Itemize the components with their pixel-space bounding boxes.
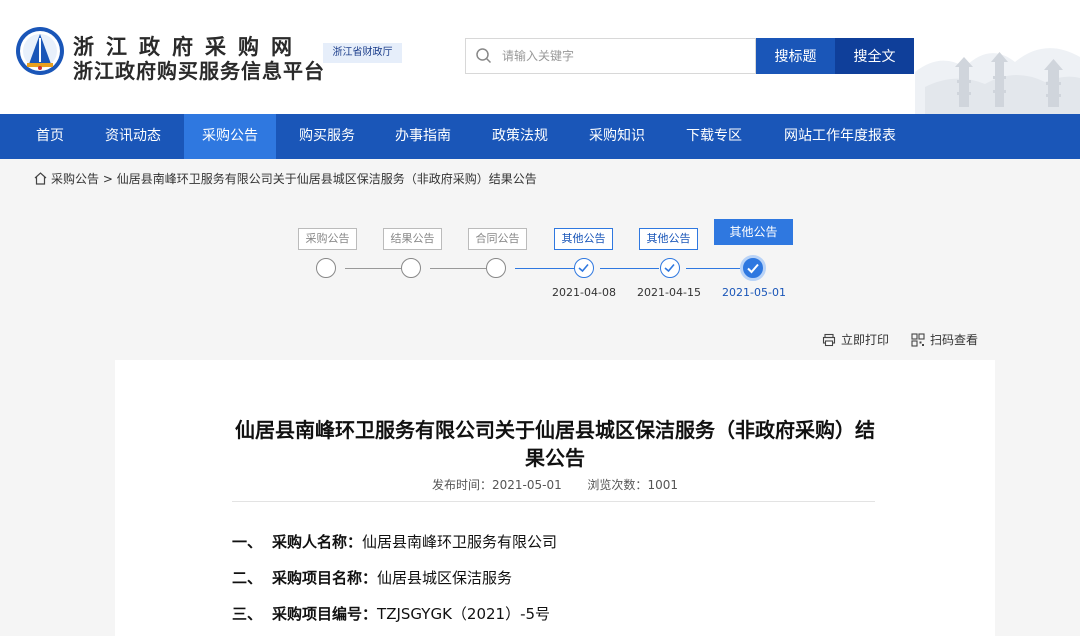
timeline-node-done — [574, 258, 594, 278]
nav-item-annual-report[interactable]: 网站工作年度报表 — [765, 114, 915, 159]
article-item-project-number: 三、 采购项目编号：TZJSGYGK（2021）-5号 — [232, 603, 550, 624]
item-number: 二、 — [232, 569, 263, 587]
zhejiang-procurement-emblem-icon[interactable] — [15, 26, 65, 76]
item-value: TZJSGYGK（2021）-5号 — [377, 605, 551, 623]
qrcode-icon — [911, 332, 925, 347]
item-value: 仙居县城区保洁服务 — [377, 569, 513, 587]
publish-date: 2021-05-01 — [492, 478, 562, 492]
timeline-date: 2021-04-15 — [637, 286, 701, 299]
timeline-step-label[interactable]: 合同公告 — [468, 228, 527, 250]
nav-item-policy[interactable]: 政策法规 — [474, 114, 566, 159]
main-navigation: 首页 资讯动态 采购公告 购买服务 办事指南 政策法规 采购知识 下载专区 网站… — [0, 114, 1080, 159]
timeline-connector — [515, 268, 574, 269]
article-panel — [115, 360, 995, 636]
timeline-node — [486, 258, 506, 278]
nav-item-home[interactable]: 首页 — [19, 114, 81, 159]
nav-item-news[interactable]: 资讯动态 — [87, 114, 179, 159]
print-label: 立即打印 — [841, 333, 890, 347]
nav-item-guide[interactable]: 办事指南 — [377, 114, 469, 159]
timeline-node — [401, 258, 421, 278]
timeline-connector — [345, 268, 401, 269]
views-count: 1001 — [647, 478, 678, 492]
site-title-secondary[interactable]: 浙江政府购买服务信息平台 — [73, 55, 325, 84]
pagoda-landscape-decoration-icon — [915, 48, 1080, 114]
search-fulltext-button[interactable]: 搜全文 — [835, 38, 914, 74]
printer-icon — [822, 333, 836, 346]
breadcrumb: 采购公告 > 仙居县南峰环卫服务有限公司关于仙居县城区保洁服务（非政府采购）结果… — [33, 170, 537, 187]
breadcrumb-current: 仙居县南峰环卫服务有限公司关于仙居县城区保洁服务（非政府采购）结果公告 — [116, 172, 537, 186]
timeline-step-label[interactable]: 采购公告 — [298, 228, 357, 250]
check-icon — [578, 263, 589, 273]
nav-item-downloads[interactable]: 下载专区 — [668, 114, 760, 159]
item-value: 仙居县南峰环卫服务有限公司 — [362, 533, 558, 551]
article-divider — [232, 501, 875, 502]
views-label: 浏览次数： — [587, 478, 648, 492]
search-icon — [466, 39, 502, 73]
timeline-node-done — [660, 258, 680, 278]
timeline-connector — [430, 268, 486, 269]
timeline-node — [316, 258, 336, 278]
article-title: 仙居县南峰环卫服务有限公司关于仙居县城区保洁服务（非政府采购）结果公告 — [235, 418, 875, 470]
nav-item-procurement-notices[interactable]: 采购公告 — [184, 114, 276, 159]
search-input[interactable] — [502, 41, 742, 71]
search-title-button[interactable]: 搜标题 — [756, 38, 835, 74]
item-key: 采购人名称： — [272, 533, 363, 551]
check-icon — [747, 263, 759, 274]
timeline-date-current: 2021-05-01 — [722, 286, 786, 299]
qrcode-label: 扫码查看 — [930, 333, 979, 347]
item-number: 一、 — [232, 533, 263, 551]
item-key: 采购项目编号： — [272, 605, 378, 623]
article-item-project-name: 二、 采购项目名称：仙居县城区保洁服务 — [232, 567, 512, 588]
check-icon — [664, 263, 675, 273]
timeline-date: 2021-04-08 — [552, 286, 616, 299]
article-item-buyer: 一、 采购人名称：仙居县南峰环卫服务有限公司 — [232, 531, 557, 552]
breadcrumb-separator: > — [99, 171, 117, 186]
timeline-step-label[interactable]: 其他公告 — [639, 228, 698, 250]
timeline-step-label[interactable]: 其他公告 — [554, 228, 613, 250]
qrcode-button[interactable]: 扫码查看 — [911, 331, 978, 348]
timeline-step-label-current[interactable]: 其他公告 — [714, 219, 793, 245]
nav-item-purchase-services[interactable]: 购买服务 — [281, 114, 373, 159]
item-number: 三、 — [232, 605, 263, 623]
print-button[interactable]: 立即打印 — [822, 331, 889, 348]
item-key: 采购项目名称： — [272, 569, 378, 587]
publish-label: 发布时间： — [432, 478, 493, 492]
department-badge: 浙江省财政厅 — [323, 43, 402, 63]
home-icon[interactable] — [33, 171, 48, 186]
nav-item-knowledge[interactable]: 采购知识 — [571, 114, 663, 159]
site-header: 浙江政府采购网 浙江政府购买服务信息平台 浙江省财政厅 搜标题 搜全文 — [0, 0, 1080, 114]
article-meta: 发布时间：2021-05-01 浏览次数：1001 — [232, 476, 878, 493]
timeline-node-current — [740, 255, 766, 281]
breadcrumb-root[interactable]: 采购公告 — [51, 170, 99, 187]
timeline-step-label[interactable]: 结果公告 — [383, 228, 442, 250]
timeline-connector — [600, 268, 659, 269]
timeline-connector — [686, 268, 740, 269]
search-box — [465, 38, 756, 74]
